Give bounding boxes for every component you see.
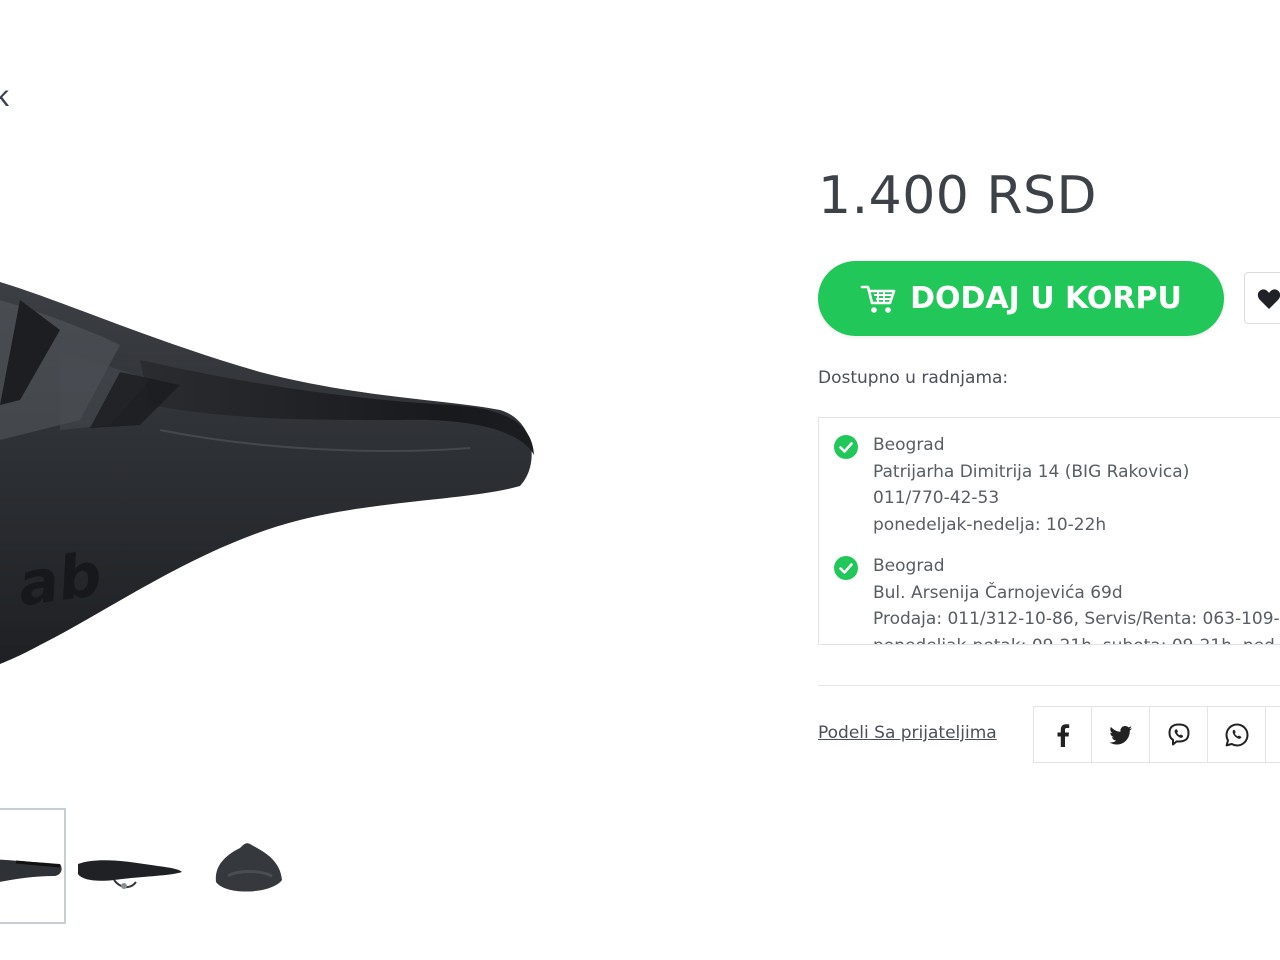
- store-phone: Prodaja: 011/312-10-86, Servis/Renta: 06…: [873, 609, 1280, 629]
- divider: [818, 685, 1280, 686]
- check-circle-icon: [834, 556, 858, 580]
- share-label[interactable]: Podeli Sa prijateljima: [818, 723, 997, 743]
- heart-icon: [1257, 289, 1280, 309]
- store-list[interactable]: Beograd Patrijarha Dimitrija 14 (BIG Rak…: [818, 417, 1280, 645]
- svg-text:ab: ab: [14, 540, 106, 621]
- store-city: Beograd: [873, 435, 945, 455]
- thumbnail-3[interactable]: [194, 808, 306, 924]
- whatsapp-icon: [1225, 723, 1248, 746]
- share-facebook-button[interactable]: [1034, 707, 1092, 762]
- share-twitter-button[interactable]: [1092, 707, 1150, 762]
- store-city: Beograd: [873, 556, 945, 576]
- share-whatsapp-button[interactable]: [1208, 707, 1266, 762]
- share-viber-button[interactable]: [1150, 707, 1208, 762]
- saddle-image: ab: [0, 282, 534, 664]
- store-hours: ponedeljak-nedelja: 10-22h: [873, 514, 1107, 535]
- viber-icon: [1168, 723, 1189, 745]
- thumbnail-1[interactable]: [0, 808, 66, 924]
- saddle-thumb-rear-image: [215, 843, 282, 892]
- saddle-thumb-top-image: [0, 859, 62, 882]
- add-to-cart-label: DODAJ U KORPU: [910, 281, 1182, 316]
- wishlist-button[interactable]: [1244, 272, 1280, 324]
- check-circle-icon: [834, 435, 858, 459]
- facebook-icon: [1057, 723, 1069, 747]
- store-phone: 011/770-42-53: [873, 488, 1000, 508]
- breadcrumb-fragment: k: [0, 80, 9, 113]
- share-buttons: [1033, 706, 1280, 763]
- product-price: 1.400 RSD: [818, 166, 1098, 226]
- availability-label: Dostupno u radnjama:: [818, 368, 1009, 388]
- thumbnail-2[interactable]: [74, 808, 186, 924]
- saddle-thumb-side-image: [78, 860, 182, 889]
- cart-icon: [860, 285, 896, 313]
- share-more-button[interactable]: [1266, 707, 1280, 762]
- store-address: Bul. Arsenija Čarnojevića 69d: [873, 582, 1123, 603]
- store-hours: ponedeljak-petak: 09-21h, subota: 09-21h…: [873, 633, 1280, 645]
- twitter-icon: [1108, 725, 1132, 744]
- add-to-cart-button[interactable]: DODAJ U KORPU: [818, 261, 1224, 336]
- product-main-image[interactable]: ab: [0, 200, 620, 760]
- store-address: Patrijarha Dimitrija 14 (BIG Rakovica): [873, 461, 1190, 482]
